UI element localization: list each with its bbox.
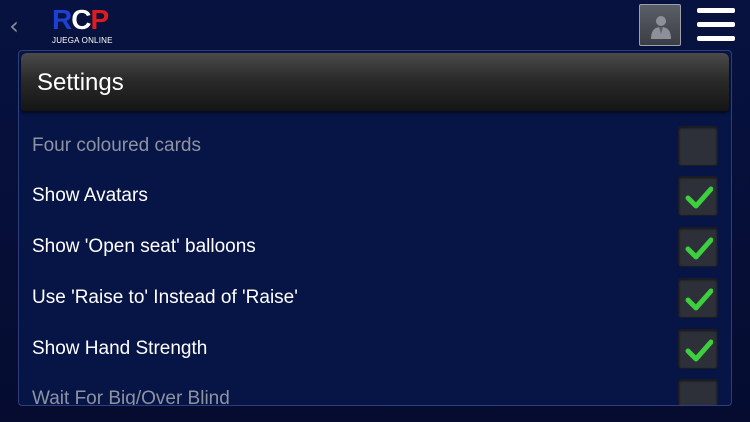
checkmark-icon <box>685 339 713 362</box>
logo-subtitle: JUEGA ONLINE <box>52 36 113 45</box>
setting-label: Show Hand Strength <box>32 338 208 359</box>
setting-label: Four coloured cards <box>32 135 201 156</box>
top-bar: ‹ R C P JUEGA ONLINE <box>0 0 750 50</box>
setting-checkbox[interactable] <box>678 278 718 318</box>
checkmark-icon <box>685 288 713 311</box>
setting-checkbox[interactable] <box>678 227 718 267</box>
setting-row-show-hand-strength[interactable]: Show Hand Strength <box>19 325 731 375</box>
menu-button[interactable] <box>697 8 735 42</box>
setting-label: Show Avatars <box>32 185 148 206</box>
setting-row-use-raise-to[interactable]: Use 'Raise to' Instead of 'Raise' <box>19 274 731 324</box>
user-avatar-icon <box>651 16 671 39</box>
setting-row-show-avatars[interactable]: Show Avatars <box>19 172 731 222</box>
logo-letter-p: P <box>90 4 109 35</box>
settings-header: Settings <box>21 53 729 111</box>
logo: R C P JUEGA ONLINE <box>52 6 116 48</box>
logo-letters: R C P <box>52 6 116 34</box>
setting-checkbox[interactable] <box>678 176 718 216</box>
settings-panel: Settings Four coloured cards Show Avatar… <box>18 50 732 406</box>
setting-checkbox[interactable] <box>678 379 718 405</box>
back-button[interactable]: ‹ <box>4 12 24 40</box>
chevron-left-icon: ‹ <box>9 12 19 40</box>
setting-label: Use 'Raise to' Instead of 'Raise' <box>32 287 298 308</box>
setting-row-wait-for-big-blind[interactable]: Wait For Big/Over Blind <box>19 375 731 406</box>
avatar-button[interactable] <box>639 4 681 46</box>
setting-checkbox[interactable] <box>678 126 718 166</box>
setting-label: Show 'Open seat' balloons <box>32 236 256 257</box>
setting-checkbox[interactable] <box>678 329 718 369</box>
setting-row-four-coloured-cards[interactable]: Four coloured cards <box>19 122 731 172</box>
setting-label: Wait For Big/Over Blind <box>32 388 230 406</box>
setting-row-show-open-seat-balloons[interactable]: Show 'Open seat' balloons <box>19 223 731 273</box>
page-title: Settings <box>37 69 124 96</box>
logo-letter-c: C <box>71 4 91 35</box>
checkmark-icon <box>685 186 713 209</box>
checkmark-icon <box>685 237 713 260</box>
logo-letter-r: R <box>52 4 72 35</box>
